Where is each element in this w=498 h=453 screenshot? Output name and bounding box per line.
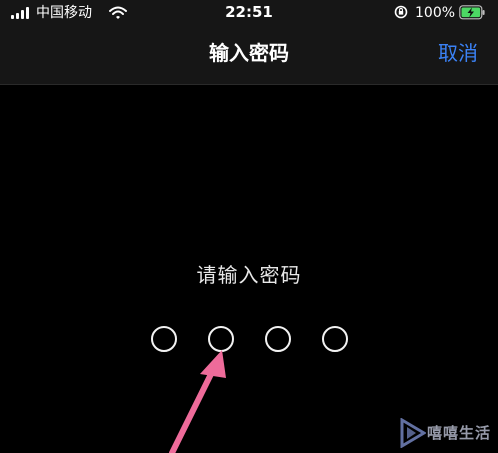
annotation-arrow-icon [169, 350, 226, 453]
passcode-dot [322, 326, 348, 352]
page-title: 输入密码 [209, 41, 289, 65]
watermark-logo-icon [400, 418, 426, 448]
battery-percent: 100% [415, 5, 456, 21]
cancel-button[interactable]: 取消 [438, 40, 478, 66]
orientation-lock-icon [394, 5, 408, 19]
passcode-prompt: 请输入密码 [196, 263, 302, 287]
watermark-text: 嘻嘻生活 [427, 424, 492, 442]
battery-charging-icon [459, 5, 485, 20]
watermark: 嘻嘻生活 [398, 414, 498, 453]
nav-bar: 输入密码 取消 [0, 26, 498, 85]
passcode-dot [265, 326, 291, 352]
status-bar: 中国移动 22:51 100% [0, 0, 498, 26]
